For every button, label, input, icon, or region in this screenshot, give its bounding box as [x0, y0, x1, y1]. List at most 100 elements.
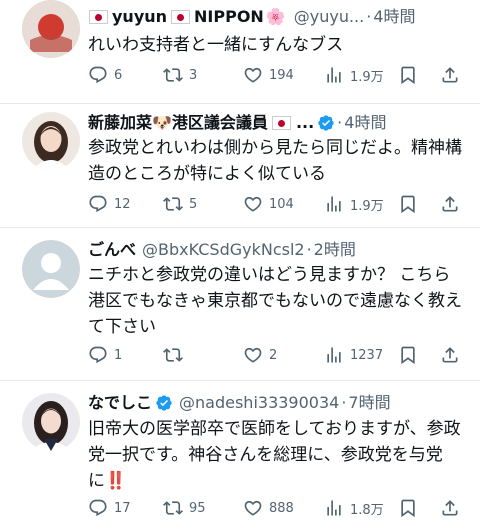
- author-handle[interactable]: @nadeshi33390034: [179, 392, 339, 414]
- verified-badge-icon: [155, 394, 173, 412]
- author-handle[interactable]: ...: [296, 112, 314, 134]
- views-button[interactable]: 1237: [324, 343, 383, 367]
- share-icon: [440, 498, 460, 518]
- timestamp[interactable]: 7時間: [348, 392, 390, 414]
- bookmark-icon: [398, 65, 418, 85]
- avatar-yuyun[interactable]: [22, 0, 80, 58]
- reply-button[interactable]: 12: [88, 192, 131, 216]
- action-bar: 1 2 1237: [88, 343, 474, 367]
- reply-button[interactable]: 1: [88, 343, 122, 367]
- retweet-icon: [163, 345, 183, 365]
- retweet-button[interactable]: [163, 343, 189, 367]
- retweet-count: 95: [189, 500, 206, 516]
- bookmark-button[interactable]: [398, 63, 418, 87]
- views-button[interactable]: 1.9万: [324, 192, 384, 216]
- retweet-button[interactable]: 95: [163, 496, 206, 520]
- action-bar: 12 5 104 1.9万: [88, 192, 474, 216]
- tweet-text: 参政党とれいわは側から見たら同じだよ。精神構造のところが特によく似ている: [88, 138, 462, 184]
- timestamp[interactable]: 2時間: [314, 239, 356, 261]
- bookmark-button[interactable]: [398, 192, 418, 216]
- bookmark-icon: [398, 498, 418, 518]
- retweet-count: 5: [189, 196, 198, 212]
- avatar-gonbe[interactable]: [22, 240, 80, 298]
- share-button[interactable]: [440, 496, 460, 520]
- avatar-nadeshiko[interactable]: [22, 393, 80, 451]
- reply-count: 6: [114, 67, 123, 83]
- profile-photo: [22, 112, 80, 170]
- share-icon: [440, 65, 460, 85]
- author-name[interactable]: yuyun: [112, 6, 167, 28]
- like-count: 888: [269, 500, 294, 516]
- default-avatar-icon: [22, 240, 80, 298]
- tweet-4[interactable]: なでしこ @nadeshi33390034 · 7時間 旧帝大の医学部卒で医師を…: [0, 381, 480, 529]
- author-name[interactable]: なでしこ: [88, 392, 152, 414]
- retweet-icon: [163, 194, 183, 214]
- like-button[interactable]: 888: [243, 496, 294, 520]
- like-count: 104: [269, 196, 294, 212]
- views-count: 1.9万: [350, 69, 384, 85]
- flag-icon: [271, 116, 291, 130]
- flag-icon: [171, 10, 191, 24]
- bookmark-button[interactable]: [398, 496, 418, 520]
- profile-photo: [22, 393, 80, 451]
- reply-button[interactable]: 6: [88, 63, 122, 87]
- avatar-shindo[interactable]: [22, 112, 80, 170]
- separator-dot: ·: [337, 113, 343, 132]
- views-button[interactable]: 1.8万: [324, 496, 384, 520]
- reply-icon: [88, 194, 108, 214]
- views-icon: [324, 498, 344, 518]
- bookmark-icon: [398, 194, 418, 214]
- like-button[interactable]: 194: [243, 63, 294, 87]
- views-icon: [324, 194, 344, 214]
- tweet-3[interactable]: ごんべ @BbxKCSdGykNcsl2 · 2時間 ニチホと参政党の違いはどう…: [0, 228, 480, 380]
- like-count: 194: [269, 67, 294, 83]
- author-name[interactable]: 新藤加菜🐶港区議会議員: [88, 112, 268, 134]
- retweet-button[interactable]: 3: [163, 63, 197, 87]
- reply-count: 12: [114, 196, 131, 212]
- retweet-button[interactable]: 5: [163, 192, 197, 216]
- like-button[interactable]: 104: [243, 192, 294, 216]
- separator-dot: ·: [341, 393, 347, 412]
- like-icon: [243, 498, 263, 518]
- share-button[interactable]: [440, 63, 460, 87]
- share-button[interactable]: [440, 343, 460, 367]
- tweet-text: 旧帝大の医学部卒で医師をしておりますが、参政党一択です。神谷さんを総理に、参政党…: [88, 419, 461, 491]
- retweet-icon: [163, 65, 183, 85]
- author-handle[interactable]: @yuyu...: [294, 6, 364, 28]
- reply-button[interactable]: 17: [88, 496, 131, 520]
- author-handle[interactable]: @BbxKCSdGykNcsl2: [142, 239, 305, 261]
- share-button[interactable]: [440, 192, 460, 216]
- reply-icon: [88, 498, 108, 518]
- tweet-2[interactable]: 新藤加菜🐶港区議会議員 ... · 4時間 参政党とれいわは側から見たら同じだよ…: [0, 104, 480, 228]
- bookmark-icon: [398, 345, 418, 365]
- views-icon: [324, 65, 344, 85]
- tweet-text: ニチホと参政党の違いはどう見ますか？ こちら港区でもなきゃ東京都でもないので遠慮…: [88, 265, 462, 337]
- like-button[interactable]: 2: [243, 343, 277, 367]
- retweet-icon: [163, 498, 183, 518]
- views-count: 1237: [350, 347, 384, 363]
- like-icon: [243, 345, 263, 365]
- rising-sun-icon: [22, 0, 80, 58]
- separator-dot: ·: [306, 240, 312, 259]
- separator-dot: ·: [366, 7, 372, 26]
- reply-icon: [88, 345, 108, 365]
- share-icon: [440, 194, 460, 214]
- views-button[interactable]: 1.9万: [324, 63, 384, 87]
- bookmark-button[interactable]: [398, 343, 418, 367]
- reply-count: 17: [114, 500, 131, 516]
- reply-icon: [88, 65, 108, 85]
- tweet-text: れいわ支持者と一緒にすんなブス: [88, 35, 344, 55]
- action-bar: 17 95 888 1.8万: [88, 496, 474, 520]
- share-icon: [440, 345, 460, 365]
- views-count: 1.8万: [350, 502, 384, 518]
- author-name-2[interactable]: NIPPON: [194, 6, 264, 28]
- author-name[interactable]: ごんべ: [88, 239, 136, 261]
- tweet-1[interactable]: yuyun NIPPON 🌸 @yuyu... · 4時間 れいわ支持者と一緒に…: [0, 0, 480, 104]
- like-icon: [243, 194, 263, 214]
- retweet-count: 3: [189, 67, 198, 83]
- cherry-blossom-emoji: 🌸: [265, 7, 286, 26]
- like-icon: [243, 65, 263, 85]
- timestamp[interactable]: 4時間: [373, 6, 415, 28]
- timestamp[interactable]: 4時間: [344, 112, 386, 134]
- verified-badge-icon: [317, 114, 335, 132]
